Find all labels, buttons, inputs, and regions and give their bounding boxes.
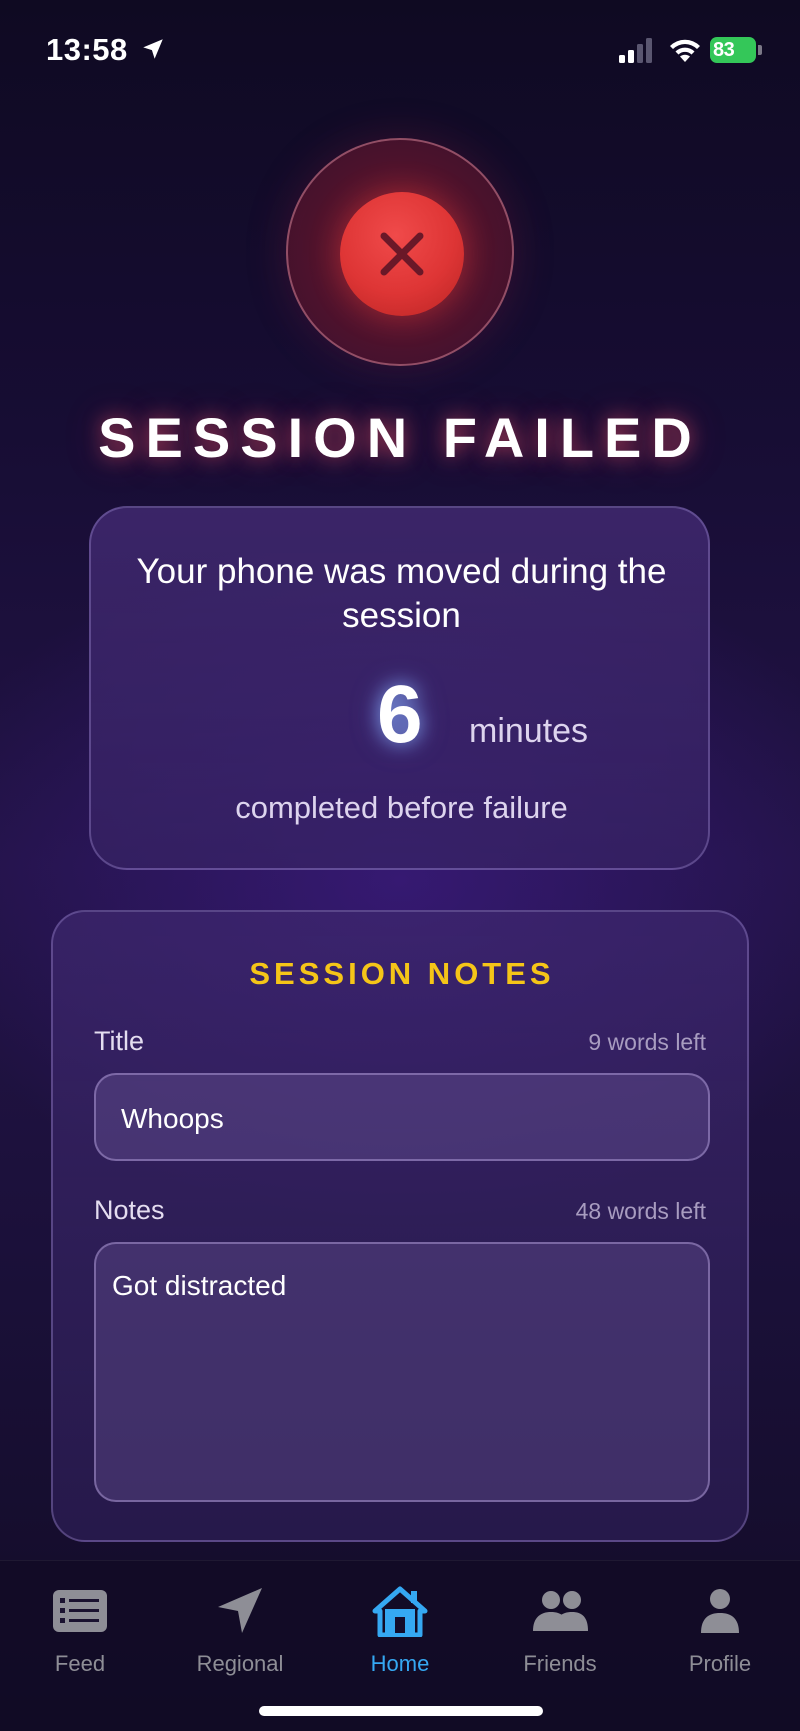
- session-notes-heading: SESSION NOTES: [249, 956, 555, 991]
- tab-home[interactable]: Home: [320, 1575, 480, 1685]
- person-icon: [701, 1589, 739, 1633]
- minutes-caption: completed before failure: [235, 790, 568, 825]
- result-card: Your phone was moved during the session …: [89, 506, 710, 870]
- close-icon: [380, 232, 424, 276]
- tab-profile[interactable]: Profile: [640, 1575, 800, 1685]
- tab-regional[interactable]: Regional: [160, 1575, 320, 1685]
- minutes-completed: 6: [377, 669, 423, 760]
- failure-reason: Your phone was moved during the session: [136, 552, 667, 635]
- tab-label: Home: [370, 1651, 430, 1676]
- session-notes-card: SESSION NOTES Title 9 words left Whoops …: [51, 910, 749, 1542]
- battery-level: 83: [713, 39, 735, 61]
- tab-feed[interactable]: Feed: [0, 1575, 160, 1685]
- notes-words-left: 48 words left: [575, 1198, 706, 1224]
- notes-field[interactable]: Got distracted: [94, 1242, 710, 1502]
- title-field[interactable]: Whoops: [94, 1073, 710, 1161]
- fail-icon-ring: [286, 138, 514, 366]
- friends-icon: [533, 1591, 588, 1631]
- title-value: Whoops: [121, 1103, 224, 1134]
- title-words-left: 9 words left: [588, 1029, 706, 1055]
- status-time: 13:58: [46, 32, 128, 67]
- tab-label: Regional: [196, 1651, 284, 1676]
- battery-charging-icon: 83: [710, 37, 762, 63]
- tab-label: Profile: [688, 1651, 752, 1676]
- navigation-arrow-icon: [218, 1588, 262, 1633]
- tab-label: Friends: [523, 1651, 597, 1676]
- notes-value: Got distracted: [112, 1270, 287, 1301]
- fail-badge: [340, 192, 464, 316]
- session-failed-title: SESSION FAILED: [98, 406, 702, 469]
- tab-label: Feed: [54, 1651, 106, 1676]
- wifi-icon: [670, 39, 700, 62]
- tab-friends[interactable]: Friends: [480, 1575, 640, 1685]
- list-icon: [53, 1590, 107, 1632]
- title-label: Title: [94, 1026, 145, 1056]
- cellular-signal-icon: [619, 38, 652, 63]
- home-indicator[interactable]: [259, 1706, 543, 1716]
- home-icon: [372, 1586, 428, 1637]
- location-arrow-icon: [143, 39, 163, 59]
- status-bar: 13:58 83: [0, 0, 800, 100]
- notes-label: Notes: [94, 1195, 165, 1225]
